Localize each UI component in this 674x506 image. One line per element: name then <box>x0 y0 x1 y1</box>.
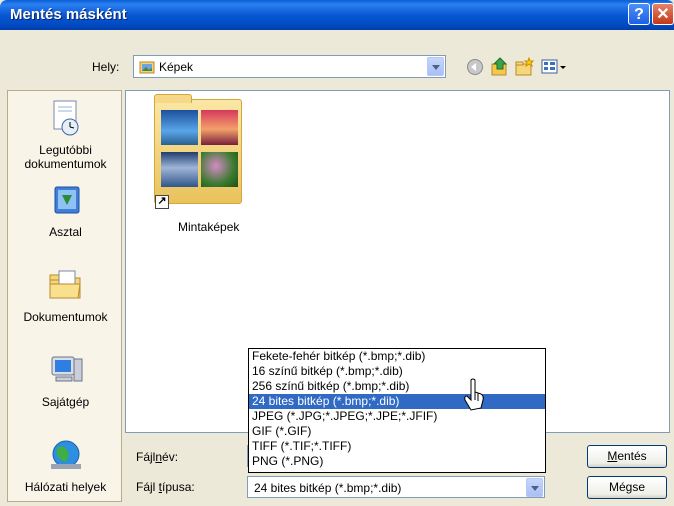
place-label: Dokumentumok <box>23 310 108 324</box>
my-computer-icon <box>8 353 123 392</box>
place-my-computer[interactable]: Sajátgép <box>8 353 123 409</box>
folder-label: Mintaképek <box>178 220 240 234</box>
place-label: Asztal <box>49 225 82 239</box>
pictures-folder-icon <box>139 59 155 78</box>
places-bar: Legutóbbi dokumentumok Asztal Dokumentum… <box>7 90 122 502</box>
place-label: Hálózati helyek <box>24 480 107 494</box>
filetype-select[interactable]: 24 bites bitkép (*.bmp;*.dib) <box>247 476 545 498</box>
filetype-option[interactable]: PNG (*.PNG) <box>249 454 545 469</box>
up-folder-icon[interactable] <box>490 57 510 80</box>
location-combo[interactable]: Képek <box>133 55 446 78</box>
filetype-dropdown-list: Fekete-fehér bitkép (*.bmp;*.dib) 16 szí… <box>248 348 546 473</box>
filename-label: Fájlnév: <box>136 450 179 464</box>
location-value: Képek <box>159 60 194 74</box>
back-icon[interactable] <box>466 58 484 79</box>
mouse-pointer-icon <box>463 378 485 415</box>
place-label: Legutóbbi <box>39 143 92 157</box>
place-label: Sajátgép <box>41 395 90 409</box>
desktop-icon <box>8 183 123 222</box>
network-places-icon <box>8 438 123 477</box>
my-documents-icon <box>8 266 123 307</box>
filetype-option[interactable]: JPEG (*.JPG;*.JPEG;*.JPE;*.JFIF) <box>249 409 545 424</box>
filetype-option[interactable]: 16 színű bitkép (*.bmp;*.dib) <box>249 364 545 379</box>
filetype-option[interactable]: 256 színű bitkép (*.bmp;*.dib) <box>249 379 545 394</box>
filetype-dropdown-arrow[interactable] <box>526 478 543 497</box>
folder-icon: ↗ <box>154 94 242 209</box>
place-my-documents[interactable]: Dokumentumok <box>8 266 123 324</box>
window-title: Mentés másként <box>10 6 127 23</box>
filetype-option[interactable]: TIFF (*.TIF;*.TIFF) <box>249 439 545 454</box>
place-recent-documents[interactable]: Legutóbbi dokumentumok <box>8 99 123 171</box>
help-button[interactable]: ? <box>628 3 650 25</box>
save-button[interactable]: Mentés <box>587 445 667 468</box>
close-button[interactable]: ✕ <box>652 3 674 25</box>
title-bar: Mentés másként ? ✕ <box>0 0 674 30</box>
location-label: Hely: <box>92 60 120 74</box>
new-folder-icon[interactable] <box>514 56 535 80</box>
filetype-label: Fájl típusa: <box>136 480 195 494</box>
place-label-line2: dokumentumok <box>24 157 107 171</box>
location-dropdown-arrow[interactable] <box>427 57 444 76</box>
filetype-option[interactable]: Fekete-fehér bitkép (*.bmp;*.dib) <box>249 349 545 364</box>
filetype-option[interactable]: GIF (*.GIF) <box>249 424 545 439</box>
view-menu-icon[interactable] <box>541 58 569 79</box>
shortcut-arrow-icon: ↗ <box>155 195 169 209</box>
cancel-button[interactable]: Mégse <box>587 476 667 499</box>
filetype-value: 24 bites bitkép (*.bmp;*.dib) <box>254 481 402 495</box>
filetype-option-selected[interactable]: 24 bites bitkép (*.bmp;*.dib) <box>249 394 545 409</box>
place-network[interactable]: Hálózati helyek <box>8 438 123 494</box>
recent-documents-icon <box>8 99 123 140</box>
place-desktop[interactable]: Asztal <box>8 183 123 239</box>
